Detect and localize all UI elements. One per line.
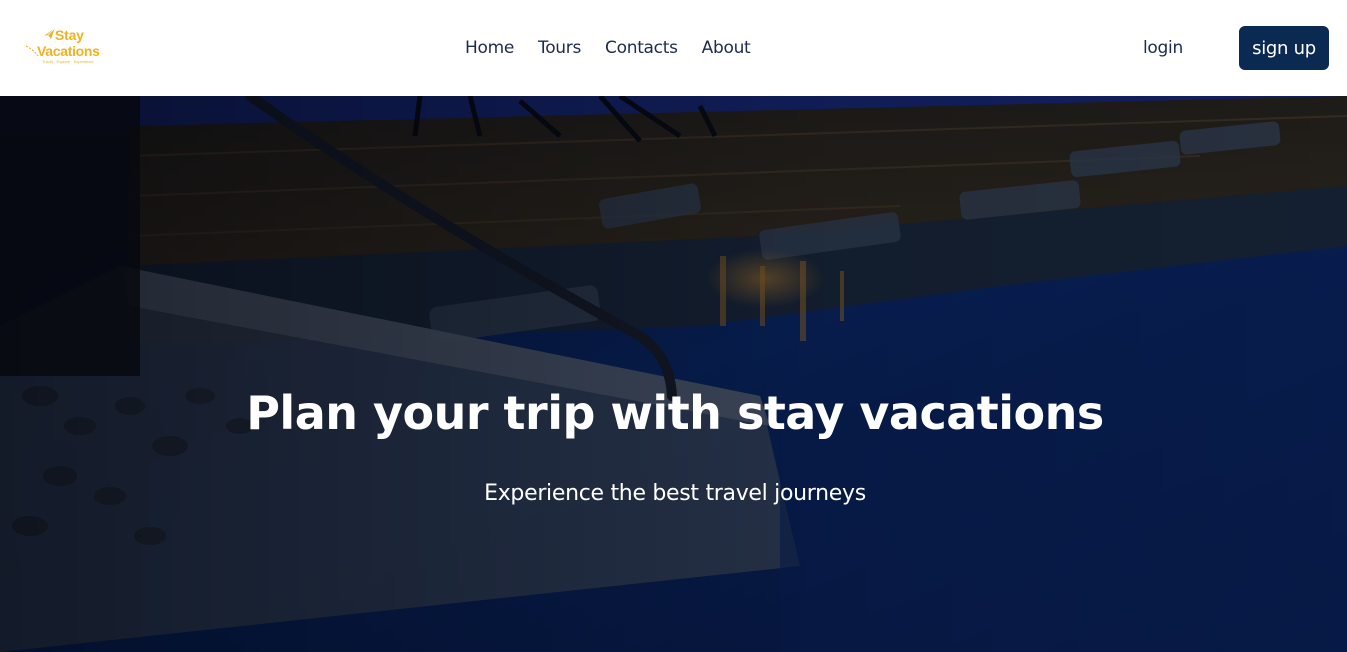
login-link[interactable]: login bbox=[1143, 37, 1183, 59]
brand-name-line2: Vacations bbox=[37, 43, 100, 59]
hero-background-image bbox=[0, 96, 1347, 652]
signup-button[interactable]: sign up bbox=[1239, 26, 1329, 70]
main-nav: Home Tours Contacts About bbox=[465, 37, 774, 59]
brand-logo[interactable]: Stay Vacations Travel · Explore · Experi… bbox=[22, 26, 112, 68]
hero-subtitle: Experience the best travel journeys bbox=[484, 481, 866, 506]
nav-link-home[interactable]: Home bbox=[465, 37, 514, 59]
hero-section: Plan your trip with stay vacations Exper… bbox=[0, 96, 1347, 652]
navbar: Stay Vacations Travel · Explore · Experi… bbox=[0, 0, 1347, 96]
brand-name-line1: Stay bbox=[55, 27, 84, 43]
nav-link-contacts[interactable]: Contacts bbox=[605, 37, 678, 59]
hero-title: Plan your trip with stay vacations bbox=[246, 386, 1104, 440]
brand-tagline: Travel · Explore · Experience bbox=[42, 59, 94, 64]
nav-link-tours[interactable]: Tours bbox=[538, 37, 581, 59]
nav-link-about[interactable]: About bbox=[702, 37, 751, 59]
